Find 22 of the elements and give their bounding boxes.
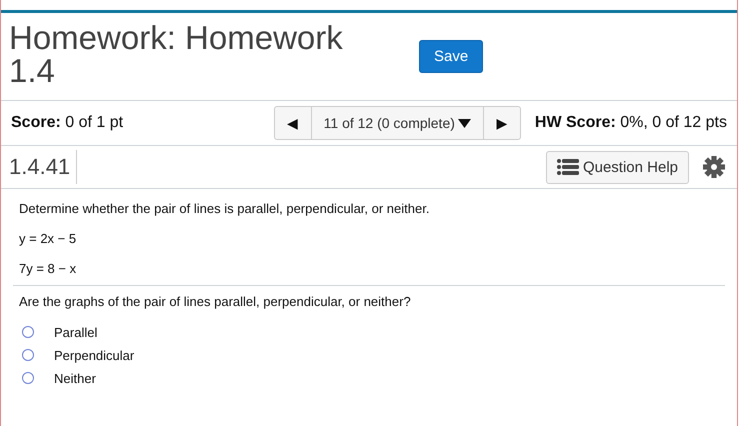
question-help-button[interactable]: Question Help bbox=[546, 150, 689, 184]
hw-score-text: HW Score: 0%, 0 of 12 pts bbox=[534, 114, 727, 132]
radio-button[interactable] bbox=[22, 326, 34, 338]
settings-icon[interactable] bbox=[703, 156, 725, 178]
previous-question-button[interactable]: ◀ bbox=[274, 107, 311, 139]
radio-button[interactable] bbox=[22, 349, 34, 361]
save-button[interactable]: Save bbox=[419, 40, 484, 73]
question-picker[interactable]: 11 of 12 (0 complete) bbox=[310, 107, 484, 139]
question-prompt: Determine whether the pair of lines is parallel, perpendicular, or neither. bbox=[19, 201, 430, 216]
question-number: 1.4.41 bbox=[1, 150, 78, 184]
next-question-button[interactable]: ▶ bbox=[484, 107, 520, 139]
radio-button[interactable] bbox=[22, 372, 34, 384]
score-text: Score: 0 of 1 pt bbox=[11, 114, 124, 132]
equation: y = 2x − 5 bbox=[19, 231, 78, 246]
answer-option[interactable]: Parallel bbox=[22, 324, 98, 340]
question-text: Are the graphs of the pair of lines parallel, perpendicular, or neither? bbox=[19, 294, 412, 309]
answer-option[interactable]: Neither bbox=[22, 370, 96, 386]
answer-option[interactable]: Perpendicular bbox=[22, 347, 134, 363]
equation: 7y = 8 − x bbox=[19, 261, 78, 276]
list-icon bbox=[556, 159, 579, 175]
caret-icon bbox=[458, 118, 471, 128]
homework-title: Homework: Homework 1.4 bbox=[9, 21, 344, 87]
